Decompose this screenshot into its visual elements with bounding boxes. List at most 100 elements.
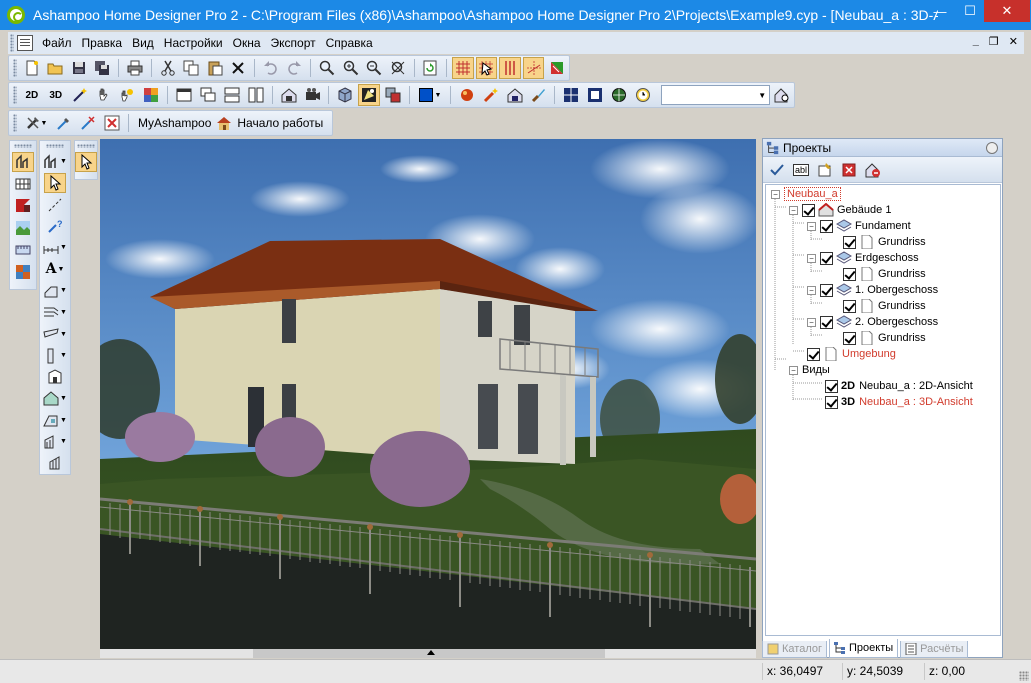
myashampoo-button[interactable]: MyAshampoo (133, 112, 216, 134)
wall-edit-button[interactable] (44, 454, 66, 474)
print-button[interactable] (124, 57, 146, 79)
collapse-icon[interactable]: − (771, 189, 780, 199)
toolbar-grip[interactable] (13, 114, 17, 132)
tools-dropdown-button[interactable]: ▼ (21, 112, 51, 134)
tree-node-views[interactable]: − Виды (789, 362, 830, 378)
save-all-button[interactable] (92, 57, 114, 79)
toolbox-grip[interactable] (77, 144, 95, 148)
hand-pan-button[interactable] (93, 84, 115, 106)
apply-button[interactable] (766, 159, 788, 181)
color-fill-button[interactable] (546, 57, 568, 79)
mdi-minimize-button[interactable]: _ (973, 35, 979, 48)
collapse-icon[interactable]: − (789, 365, 798, 375)
tree-node-floor-erdgeschoss[interactable]: − Erdgeschoss (807, 250, 919, 266)
tree-label-building[interactable]: Gebäude 1 (837, 204, 891, 216)
tree-label-plan[interactable]: Grundriss (878, 268, 926, 280)
tree-node-floor-2-og[interactable]: − 2. Obergeschoss (807, 314, 938, 330)
delete-button[interactable] (228, 57, 250, 79)
sun-button[interactable] (116, 84, 138, 106)
tree-label-plan[interactable]: Grundriss (878, 300, 926, 312)
tree-label-floor[interactable]: Fundament (855, 220, 911, 232)
pin-icon[interactable] (986, 141, 998, 154)
menu-grip[interactable] (10, 34, 14, 52)
tree-label-surroundings[interactable]: Umgebung (842, 348, 896, 360)
collapse-icon[interactable]: − (807, 221, 816, 231)
house-delete-button[interactable] (862, 159, 884, 181)
collapse-icon[interactable]: − (789, 205, 798, 215)
new-button[interactable] (21, 57, 43, 79)
text-tool-dropdown[interactable]: A ▼ (41, 260, 69, 280)
line-tool-button[interactable] (44, 195, 66, 215)
layer-combobox[interactable]: ▼ (660, 85, 771, 105)
visibility-checkbox[interactable] (820, 219, 833, 233)
menu-edit[interactable]: Правка (77, 32, 128, 54)
remove-button[interactable] (838, 159, 860, 181)
tile-vertical-button[interactable] (245, 84, 267, 106)
save-button[interactable] (68, 57, 90, 79)
rename-button[interactable]: abl (790, 159, 812, 181)
zoom-all-button[interactable] (387, 57, 409, 79)
menu-view[interactable]: Вид (127, 32, 159, 54)
toolbox-grip[interactable] (14, 144, 32, 148)
toolbox-grip[interactable] (46, 144, 64, 148)
tree-node-plan[interactable]: Grundriss (843, 266, 926, 282)
angle-snap-button[interactable] (522, 57, 545, 79)
color-picker-button[interactable]: ▼ (415, 84, 445, 106)
window-cascade-button[interactable] (197, 84, 219, 106)
tab-projects[interactable]: Проекты (829, 639, 899, 658)
terrain-tool-button[interactable] (12, 218, 34, 238)
menu-file[interactable]: Файл (37, 32, 77, 54)
grid-toggle-button[interactable] (452, 57, 474, 79)
construction-tool-button[interactable] (12, 152, 34, 172)
render-mode-button[interactable] (358, 84, 381, 106)
properties-button[interactable] (814, 159, 836, 181)
catalog-tool-button[interactable] (12, 262, 34, 282)
visibility-checkbox[interactable] (843, 331, 856, 345)
document-icon[interactable] (17, 35, 33, 51)
column-dropdown[interactable]: ▼ (41, 346, 69, 366)
cube-view-button[interactable] (334, 84, 356, 106)
visibility-checkbox[interactable] (820, 251, 833, 265)
wall-opening-dropdown[interactable]: ▼ (41, 432, 69, 452)
globe-button[interactable] (608, 84, 630, 106)
menu-export[interactable]: Экспорт (266, 32, 321, 54)
window-door-tool-button[interactable] (12, 174, 34, 194)
tree-label-floor[interactable]: Erdgeschoss (855, 252, 919, 264)
menu-settings[interactable]: Настройки (159, 32, 228, 54)
maximize-button[interactable]: ☐ (955, 0, 985, 22)
opening-tool-button[interactable] (44, 367, 66, 387)
scroll-up-arrow-icon[interactable] (427, 650, 435, 655)
tree-label-floor[interactable]: 2. Obergeschoss (855, 316, 938, 328)
tree-node-plan[interactable]: Grundriss (843, 234, 926, 250)
layers-button[interactable] (382, 84, 404, 106)
paste-button[interactable] (204, 57, 226, 79)
mdi-restore-button[interactable]: ❐ (989, 35, 999, 48)
visibility-checkbox[interactable] (843, 299, 856, 313)
cut-button[interactable] (157, 57, 179, 79)
open-button[interactable] (45, 57, 67, 79)
tree-node-view-2d[interactable]: 2D Neubau_a : 2D-Ansicht (825, 378, 973, 394)
collapse-icon[interactable]: − (807, 285, 816, 295)
tree-label-view-3d[interactable]: Neubau_a : 3D-Ansicht (859, 396, 973, 408)
tab-catalog[interactable]: Каталог (762, 641, 827, 658)
select-tool-button[interactable] (44, 173, 66, 193)
tile-horizontal-button[interactable] (221, 84, 243, 106)
paint-button[interactable] (528, 84, 550, 106)
view-3d-button[interactable]: 3D (45, 84, 67, 106)
window-single-button[interactable] (173, 84, 195, 106)
tree-label-floor[interactable]: 1. Obergeschoss (855, 284, 938, 296)
tree-label-view-2d[interactable]: Neubau_a : 2D-Ansicht (859, 380, 973, 392)
start-page-button[interactable]: Начало работы (232, 112, 328, 134)
close-button[interactable]: ✕ (984, 0, 1030, 22)
visibility-checkbox[interactable] (820, 315, 833, 329)
visibility-checkbox[interactable] (843, 235, 856, 249)
refresh-button[interactable] (420, 57, 442, 79)
zoom-button[interactable] (316, 57, 338, 79)
visibility-checkbox[interactable] (807, 347, 820, 361)
house-lock-button[interactable] (504, 84, 526, 106)
tab-calculations[interactable]: Расчёты (900, 641, 969, 658)
tree-node-floor-fundament[interactable]: − Fundament (807, 218, 911, 234)
tree-node-surroundings[interactable]: Umgebung (807, 346, 896, 362)
guides-button[interactable] (499, 57, 521, 79)
mdi-close-button[interactable]: ✕ (1009, 35, 1018, 48)
